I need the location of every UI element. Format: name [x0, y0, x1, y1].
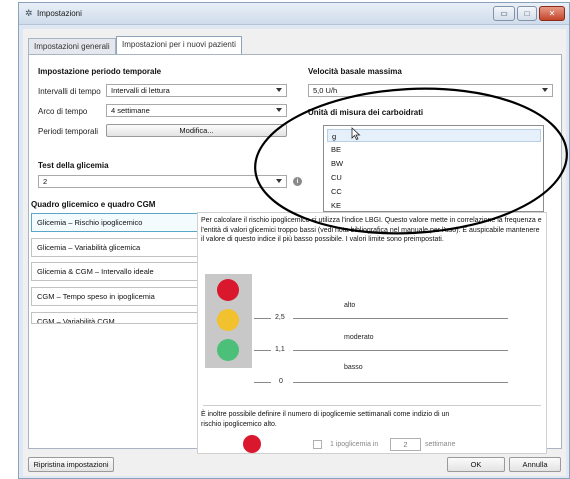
annotation-ellipse [254, 87, 568, 235]
